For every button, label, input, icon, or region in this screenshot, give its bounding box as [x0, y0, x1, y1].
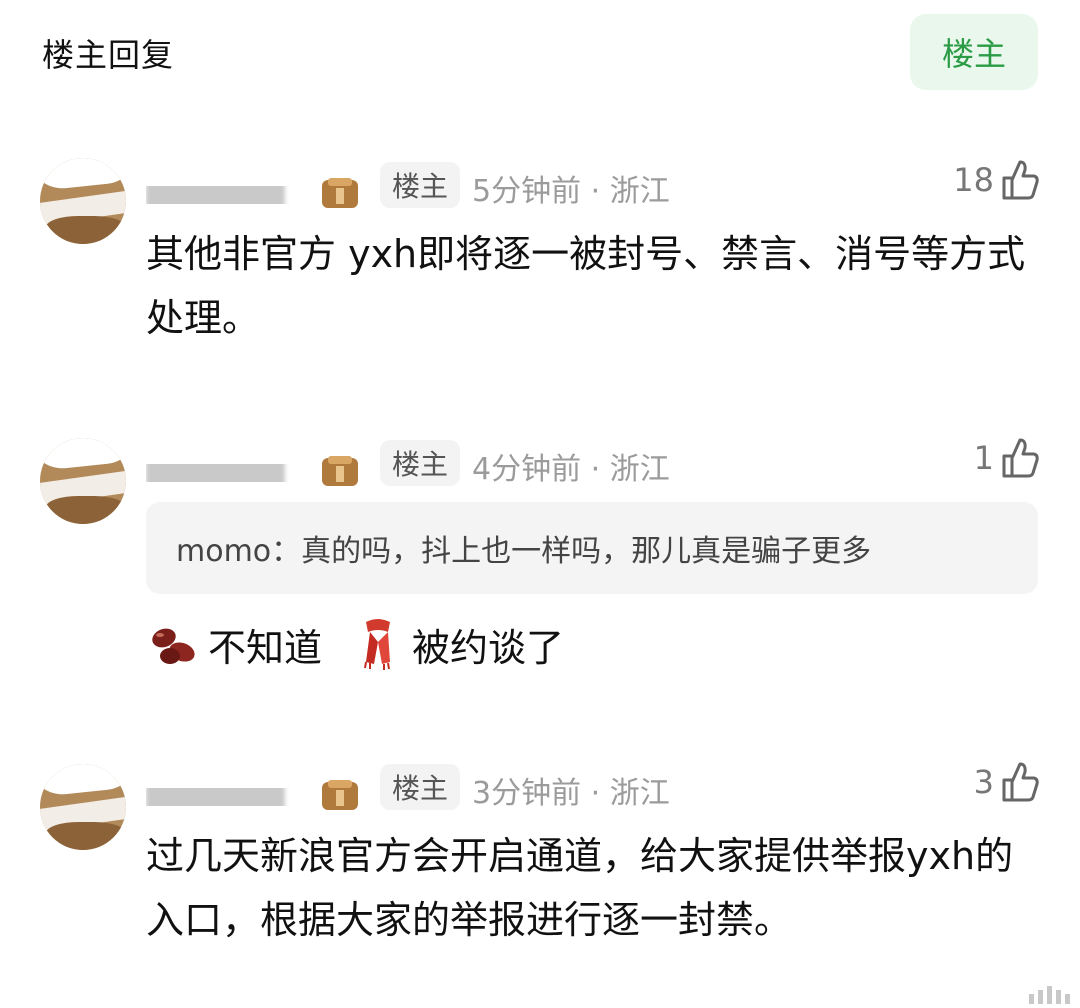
comment-text: 过几天新浪官方会开启通道，给大家提供举报yxh的入口，根据大家的举报进行逐一封禁…	[146, 834, 1014, 942]
owner-badge: 楼主	[380, 162, 461, 208]
membership-badge-icon	[322, 456, 358, 486]
comment-meta: 5分钟前 · 浙江	[472, 174, 670, 209]
reply-text-part: 被约谈了	[412, 625, 565, 670]
comment-text: 其他非官方 yxh即将逐一被封号、禁言、消号等方式处理。	[146, 232, 1026, 340]
blurred-username[interactable]: ██████	[146, 772, 316, 806]
page-title: 楼主回复	[42, 36, 175, 74]
blurred-username[interactable]: ██████	[146, 170, 316, 204]
comment-meta: 4分钟前 · 浙江	[472, 452, 670, 487]
like-count: 3	[973, 763, 994, 801]
thumbs-up-icon	[1002, 438, 1039, 478]
avatar[interactable]	[40, 438, 126, 524]
like-button[interactable]: 3	[974, 760, 1040, 804]
beans-icon	[152, 628, 195, 664]
watermark-logo	[1029, 986, 1070, 1004]
membership-badge-icon	[322, 178, 358, 208]
thumbs-up-icon	[1002, 762, 1039, 802]
scarf-icon	[364, 619, 391, 670]
reply-text-part: 不知道	[208, 625, 323, 670]
owner-badge: 楼主	[380, 440, 461, 486]
reply-content: 不知道 被约谈了	[146, 616, 564, 672]
like-count: 1	[973, 439, 994, 477]
like-count: 18	[953, 161, 994, 199]
owner-badge: 楼主	[380, 764, 461, 810]
avatar[interactable]	[40, 158, 126, 244]
thumbs-up-icon	[1002, 160, 1039, 200]
avatar[interactable]	[40, 764, 126, 850]
blurred-username[interactable]: ██████	[146, 448, 316, 482]
like-button[interactable]: 18	[953, 158, 1040, 202]
membership-badge-icon	[322, 780, 358, 810]
comment-meta: 3分钟前 · 浙江	[472, 776, 670, 811]
quoted-reply[interactable]: momo：真的吗，抖上也一样吗，那儿真是骗子更多	[146, 502, 1038, 594]
owner-filter-tab[interactable]: 楼主	[910, 14, 1038, 90]
like-button[interactable]: 1	[974, 436, 1040, 480]
